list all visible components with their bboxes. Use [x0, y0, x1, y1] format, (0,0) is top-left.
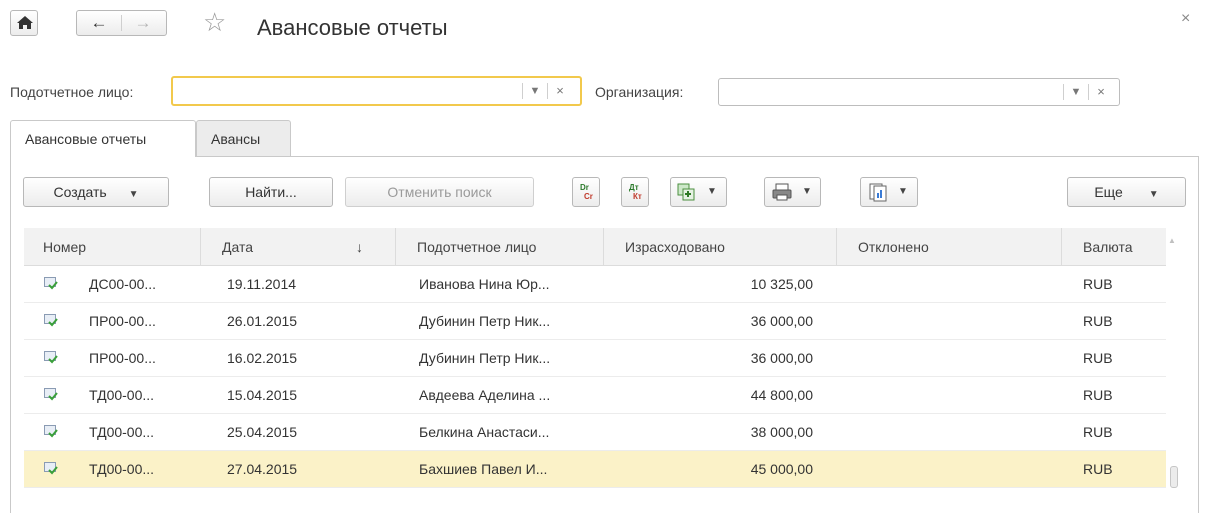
- cell-person: Дубинин Петр Ник...: [419, 350, 551, 366]
- dr-cr-button[interactable]: Dr Cr: [572, 177, 600, 207]
- table-row[interactable]: ТД00-00... 15.04.2015 Авдеева Аделина ... 4…: [24, 377, 1176, 414]
- cell-date: 15.04.2015: [227, 387, 298, 403]
- chevron-down-icon: ▼: [707, 186, 717, 197]
- table-row[interactable]: ТД00-00... 25.04.2015 Белкина Анастаси... 3…: [24, 414, 1176, 451]
- dropdown-icon[interactable]: ▼: [1065, 79, 1087, 105]
- sort-down-icon: ↓: [356, 239, 363, 255]
- cell-date: 26.01.2015: [227, 313, 298, 329]
- table-row[interactable]: ДС00-00... 19.11.2014 Иванова Нина Юр... 10…: [24, 266, 1176, 303]
- cell-spent: 38 000,00: [750, 424, 813, 440]
- column-date[interactable]: Дата: [222, 228, 253, 266]
- cell-spent: 36 000,00: [750, 313, 813, 329]
- cell-number: ПР00-00...: [89, 313, 156, 329]
- cancel-search-button[interactable]: Отменить поиск: [345, 177, 534, 207]
- more-button[interactable]: Еще ▼: [1067, 177, 1186, 207]
- org-filter-label: Организация:: [595, 84, 684, 100]
- cell-spent: 45 000,00: [750, 461, 813, 477]
- arrow-right-icon[interactable]: →: [123, 14, 163, 32]
- tab-advance-reports[interactable]: Авансовые отчеты: [10, 120, 196, 157]
- scroll-up-icon[interactable]: ▲: [1168, 236, 1176, 245]
- cell-spent: 36 000,00: [750, 350, 813, 366]
- document-posted-icon: [44, 388, 58, 401]
- create-based-on-icon: [677, 183, 695, 201]
- document-posted-icon: [44, 462, 58, 475]
- chevron-down-icon: ▼: [128, 189, 139, 200]
- table-row[interactable]: ПР00-00... 26.01.2015 Дубинин Петр Ник... 3…: [24, 303, 1176, 340]
- document-posted-icon: [44, 425, 58, 438]
- clear-icon[interactable]: ×: [549, 78, 571, 104]
- cell-number: ТД00-00...: [89, 424, 155, 440]
- table-header: Номер Дата ↓ Подотчетное лицо Израсходов…: [24, 228, 1176, 266]
- arrow-left-icon[interactable]: ←: [79, 14, 119, 32]
- column-spent[interactable]: Израсходовано: [625, 228, 725, 266]
- cell-date: 27.04.2015: [227, 461, 298, 477]
- home-button[interactable]: [10, 10, 38, 36]
- cell-number: ПР00-00...: [89, 350, 156, 366]
- reports-button[interactable]: ▼: [860, 177, 918, 207]
- cell-person: Дубинин Петр Ник...: [419, 313, 551, 329]
- tab-advances[interactable]: Авансы: [196, 120, 291, 156]
- dr-cr-icon: Dr Cr: [580, 183, 593, 201]
- column-person[interactable]: Подотчетное лицо: [417, 228, 536, 266]
- cell-number: ТД00-00...: [89, 387, 155, 403]
- cell-number: ТД00-00...: [89, 461, 155, 477]
- cell-person: Белкина Анастаси...: [419, 424, 550, 440]
- find-button[interactable]: Найти...: [209, 177, 333, 207]
- page-title: Авансовые отчеты: [257, 15, 448, 40]
- cell-spent: 44 800,00: [750, 387, 813, 403]
- cell-date: 25.04.2015: [227, 424, 298, 440]
- cell-number: ДС00-00...: [89, 276, 157, 292]
- chevron-down-icon: ▼: [1148, 189, 1159, 200]
- star-icon[interactable]: ☆: [203, 8, 226, 36]
- chevron-down-icon: ▼: [802, 186, 812, 197]
- dropdown-icon[interactable]: ▼: [524, 78, 546, 104]
- create-based-on-button[interactable]: ▼: [670, 177, 727, 207]
- cell-currency: RUB: [1083, 276, 1113, 292]
- document-posted-icon: [44, 277, 58, 290]
- print-button[interactable]: ▼: [764, 177, 821, 207]
- document-posted-icon: [44, 314, 58, 327]
- cell-currency: RUB: [1083, 424, 1113, 440]
- cell-date: 16.02.2015: [227, 350, 298, 366]
- table-row[interactable]: ТД00-00... 27.04.2015 Бахшиев Павел И... 45…: [24, 451, 1176, 488]
- clear-icon[interactable]: ×: [1090, 79, 1112, 105]
- org-filter-input[interactable]: ▼ ×: [718, 78, 1120, 106]
- cell-currency: RUB: [1083, 313, 1113, 329]
- dt-kt-button[interactable]: Дт Кт: [621, 177, 649, 207]
- person-filter-input[interactable]: ▼ ×: [171, 76, 582, 106]
- history-navigation: ← →: [76, 10, 167, 36]
- printer-icon: [772, 183, 792, 201]
- cell-spent: 10 325,00: [750, 276, 813, 292]
- cell-person: Авдеева Аделина ...: [419, 387, 551, 403]
- cell-currency: RUB: [1083, 350, 1113, 366]
- chevron-down-icon: ▼: [898, 186, 908, 197]
- home-icon: [17, 16, 33, 29]
- document-posted-icon: [44, 351, 58, 364]
- column-number[interactable]: Номер: [43, 228, 86, 266]
- create-button[interactable]: Создать ▼: [23, 177, 169, 207]
- close-icon[interactable]: ×: [1181, 10, 1190, 28]
- cell-date: 19.11.2014: [227, 276, 297, 292]
- cell-person: Бахшиев Павел И...: [419, 461, 548, 477]
- column-rejected[interactable]: Отклонено: [858, 228, 929, 266]
- table-row[interactable]: ПР00-00... 16.02.2015 Дубинин Петр Ник... 3…: [24, 340, 1176, 377]
- cell-person: Иванова Нина Юр...: [419, 276, 550, 292]
- report-icon: [869, 183, 887, 202]
- cell-currency: RUB: [1083, 461, 1113, 477]
- column-currency[interactable]: Валюта: [1083, 228, 1133, 266]
- person-filter-label: Подотчетное лицо:: [10, 84, 134, 100]
- scrollbar-thumb[interactable]: [1170, 466, 1178, 488]
- cell-currency: RUB: [1083, 387, 1113, 403]
- dt-kt-icon: Дт Кт: [629, 183, 642, 201]
